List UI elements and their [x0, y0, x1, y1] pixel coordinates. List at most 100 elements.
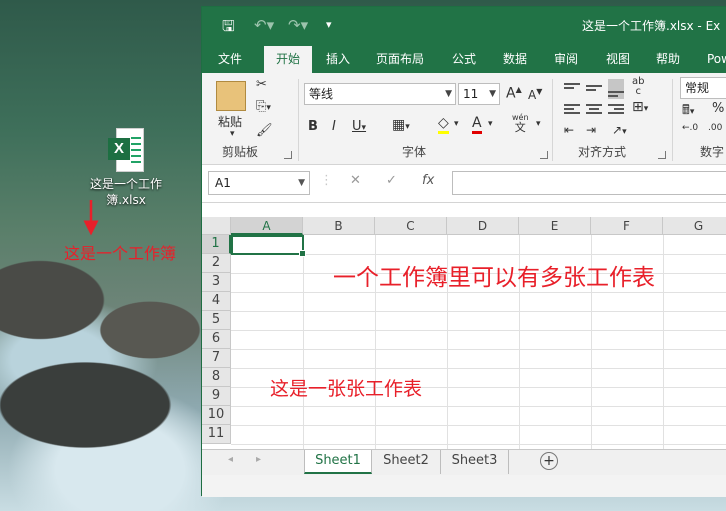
redo-icon[interactable]: ↷▾	[288, 16, 308, 34]
customize-toolbar-icon[interactable]: ▾	[326, 18, 332, 31]
number-format-select[interactable]: 常规	[680, 77, 726, 99]
row-header-7[interactable]: 7	[202, 349, 231, 368]
decrease-indent-icon[interactable]: ⇤	[564, 123, 574, 137]
row-header-1[interactable]: 1	[202, 235, 231, 254]
number-group-label: 数字	[700, 145, 725, 159]
row-header-6[interactable]: 6	[202, 330, 231, 349]
tab-power[interactable]: Pow	[699, 46, 726, 73]
cut-icon[interactable]: ✂	[256, 77, 267, 92]
bold-button[interactable]: B	[308, 119, 318, 134]
tab-formulas[interactable]: 公式	[444, 46, 484, 73]
wrap-text-icon[interactable]: ab c	[632, 77, 644, 97]
column-header-b[interactable]: B	[303, 217, 375, 235]
tab-file[interactable]: 文件	[210, 46, 250, 73]
annotation-multi-sheet: 一个工作簿里可以有多张工作表	[333, 265, 655, 291]
align-middle-icon[interactable]	[586, 81, 602, 95]
tab-insert[interactable]: 插入	[318, 46, 358, 73]
shrink-font-icon[interactable]: A▼	[528, 87, 542, 102]
sheet-tab-sheet2[interactable]: Sheet2	[372, 450, 441, 474]
fill-color-icon[interactable]: ◇	[438, 115, 449, 134]
name-box[interactable]: A1 ▼	[208, 171, 310, 195]
format-painter-icon[interactable]: 🖌	[256, 123, 273, 138]
excel-window: 🖫 ↶▾ ↷▾ ▾ 这是一个工作簿.xlsx - Ex 文件 开始 插入 页面布…	[201, 6, 726, 497]
increase-decimal-icon[interactable]: ←.0	[682, 123, 698, 133]
clipboard-group-label: 剪贴板	[222, 145, 259, 159]
enter-icon[interactable]: ✓	[386, 173, 397, 188]
annotation-workbook: 这是一个工作簿	[64, 244, 177, 263]
phonetic-icon[interactable]: wén 文	[512, 113, 529, 134]
tab-help[interactable]: 帮助	[648, 46, 688, 73]
align-right-icon[interactable]	[608, 103, 624, 117]
tab-page-layout[interactable]: 页面布局	[368, 46, 432, 73]
merge-center-icon[interactable]: ⊞▾	[632, 99, 648, 115]
font-color-dropdown-icon[interactable]: ▾	[488, 119, 493, 129]
align-top-icon[interactable]	[564, 81, 580, 95]
row-header-4[interactable]: 4	[202, 292, 231, 311]
copy-icon[interactable]: ⎘▾	[256, 99, 271, 114]
formula-bar: A1 ▼ ⋮ ✕ ✓ fx	[202, 165, 726, 203]
alignment-group-label: 对齐方式	[578, 145, 627, 159]
font-color-icon[interactable]: A	[472, 115, 482, 134]
title-bar: 🖫 ↶▾ ↷▾ ▾ 这是一个工作簿.xlsx - Ex	[202, 7, 726, 43]
orientation-icon[interactable]: ↗▾	[612, 123, 627, 137]
annotation-sheets-note: 这是一张张工作表	[270, 378, 423, 400]
tab-home[interactable]: 开始	[264, 46, 313, 73]
column-header-d[interactable]: D	[447, 217, 519, 235]
worksheet-grid[interactable]: A B C D E F G 1 2 3 4 5 6 7 8 9 10 11	[202, 217, 726, 449]
column-header-e[interactable]: E	[519, 217, 591, 235]
paste-dropdown-icon[interactable]: ▾	[230, 129, 235, 139]
select-all-corner[interactable]	[202, 217, 231, 235]
accounting-format-icon[interactable]: 🖩▾	[682, 101, 694, 123]
row-header-10[interactable]: 10	[202, 406, 231, 425]
row-header-2[interactable]: 2	[202, 254, 231, 273]
window-title: 这是一个工作簿.xlsx - Ex	[582, 19, 721, 33]
percent-style-icon[interactable]: %	[712, 101, 724, 116]
align-center-icon[interactable]	[586, 103, 602, 117]
grow-font-icon[interactable]: A▲	[506, 85, 522, 102]
undo-icon[interactable]: ↶▾	[254, 16, 274, 34]
font-launcher-icon[interactable]	[540, 151, 548, 159]
paste-button-label[interactable]: 粘贴	[218, 113, 242, 130]
formula-input[interactable]	[452, 171, 726, 195]
scroll-sheets-left-icon[interactable]: ◂	[228, 454, 233, 465]
active-cell-a1[interactable]	[231, 235, 306, 257]
font-size-select[interactable]: 11 ▼	[458, 83, 500, 105]
font-group-label: 字体	[402, 145, 427, 159]
scroll-sheets-right-icon[interactable]: ▸	[256, 454, 261, 465]
sheet-tab-sheet3[interactable]: Sheet3	[441, 450, 509, 474]
ribbon-tabs: 文件 开始 插入 页面布局 公式 数据 审阅 视图 帮助 Pow	[202, 43, 726, 73]
clipboard-launcher-icon[interactable]	[284, 151, 292, 159]
sheet-tab-bar: ◂ ▸ Sheet1 Sheet2 Sheet3 +	[202, 449, 726, 475]
tab-view[interactable]: 视图	[598, 46, 638, 73]
paste-icon[interactable]	[216, 81, 246, 111]
row-header-8[interactable]: 8	[202, 368, 231, 387]
status-bar	[202, 475, 726, 497]
phonetic-dropdown-icon[interactable]: ▾	[536, 119, 541, 129]
font-name-select[interactable]: 等线 ▼	[304, 83, 456, 105]
column-header-a[interactable]: A	[231, 217, 303, 235]
column-header-c[interactable]: C	[375, 217, 447, 235]
sheet-tab-sheet1[interactable]: Sheet1	[304, 450, 372, 474]
italic-button[interactable]: I	[332, 119, 336, 134]
borders-icon[interactable]: ▦▾	[392, 117, 410, 133]
align-bottom-icon[interactable]	[608, 79, 624, 99]
underline-button[interactable]: U▾	[352, 119, 366, 134]
add-sheet-icon[interactable]: +	[540, 452, 558, 470]
save-icon[interactable]: 🖫	[222, 16, 235, 41]
row-header-9[interactable]: 9	[202, 387, 231, 406]
insert-function-icon[interactable]: fx	[422, 173, 434, 188]
column-header-f[interactable]: F	[591, 217, 663, 235]
cancel-icon[interactable]: ✕	[350, 173, 361, 188]
tab-data[interactable]: 数据	[495, 46, 535, 73]
tab-review[interactable]: 审阅	[546, 46, 586, 73]
align-left-icon[interactable]	[564, 103, 580, 117]
alignment-launcher-icon[interactable]	[658, 151, 666, 159]
row-header-11[interactable]: 11	[202, 425, 231, 444]
increase-indent-icon[interactable]: ⇥	[586, 123, 596, 137]
column-header-g[interactable]: G	[663, 217, 726, 235]
fill-color-dropdown-icon[interactable]: ▾	[454, 119, 459, 129]
ribbon: 粘贴 ▾ ✂ ⎘▾ 🖌 剪贴板 等线 ▼ 11 ▼ A▲ A▼ B I U▾ ▦▾ …	[202, 73, 726, 165]
row-header-3[interactable]: 3	[202, 273, 231, 292]
row-header-5[interactable]: 5	[202, 311, 231, 330]
decrease-decimal-icon[interactable]: .00	[708, 123, 722, 133]
